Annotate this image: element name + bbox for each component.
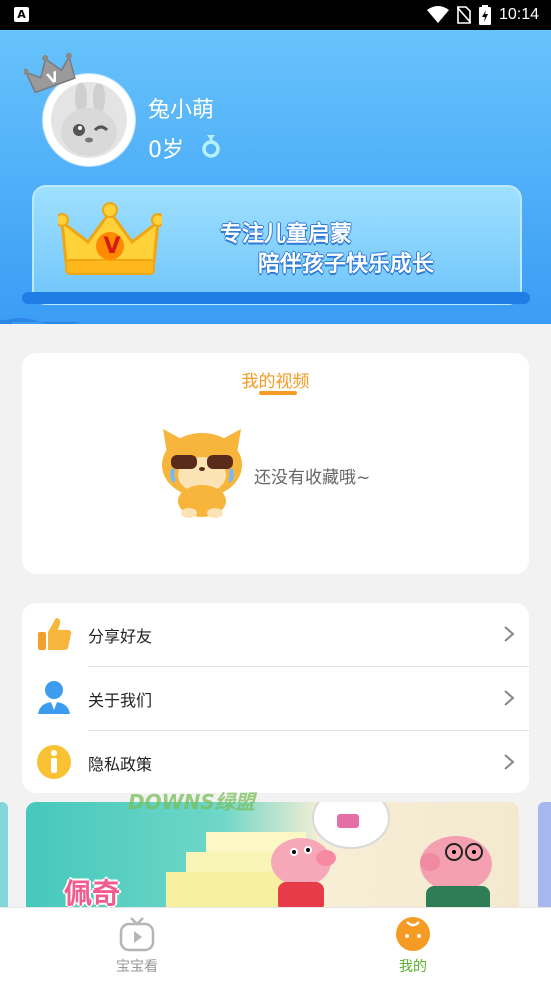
menu-label-privacy: 隐私政策 <box>88 755 153 774</box>
vip-card-shadow <box>22 292 530 304</box>
chevron-right-icon <box>504 626 515 642</box>
carousel-prev-peek[interactable] <box>0 802 8 912</box>
wifi-icon <box>426 6 449 23</box>
menu-label-about: 关于我们 <box>88 691 153 710</box>
male-icon <box>202 135 220 158</box>
sim-off-icon <box>456 6 471 24</box>
menu-item-about[interactable]: 关于我们 <box>22 667 529 730</box>
my-videos-title[interactable]: 我的视频 <box>22 367 529 392</box>
daddy-pig-icon <box>420 836 492 912</box>
tab-label-mine: 我的 <box>399 959 427 975</box>
tab-mine[interactable]: 我的 <box>353 908 473 981</box>
thumbs-up-icon <box>38 618 72 650</box>
tab-baobaokan[interactable]: 宝宝看 <box>77 908 197 981</box>
battery-charging-icon <box>478 5 491 25</box>
carousel-next-peek[interactable] <box>538 802 551 912</box>
vip-badge-letter: V <box>103 234 121 259</box>
vip-slogan-line2: 陪伴孩子快乐成长 <box>258 252 435 277</box>
notification-badge: A <box>14 7 29 22</box>
profile-header: V 兔小萌 0岁 V 专注儿童启蒙 陪伴孩子快乐成长 <box>0 30 551 324</box>
person-icon <box>38 681 70 714</box>
banner-title: 佩奇 <box>64 877 121 910</box>
vip-slogan-line1: 专注儿童启蒙 <box>220 222 353 247</box>
status-bar: A 10:14 <box>0 0 551 30</box>
wave-decoration <box>0 318 80 324</box>
menu-label-share: 分享好友 <box>88 627 153 646</box>
crown-icon: V <box>24 52 76 94</box>
age: 0岁 <box>148 138 184 163</box>
face-icon <box>396 917 430 951</box>
menu-item-share[interactable]: 分享好友 <box>22 603 529 666</box>
watermark: DOWNS绿盟 <box>128 790 255 814</box>
title-underline <box>259 391 297 395</box>
tv-icon <box>119 917 155 952</box>
empty-favorites-text: 还没有收藏哦~ <box>254 468 371 488</box>
info-icon <box>37 745 71 779</box>
my-videos-card: 我的视频 还没有收藏哦~ <box>22 353 529 574</box>
crying-mascot-icon <box>162 429 242 518</box>
settings-menu: 分享好友 关于我们 隐私政策 <box>22 603 529 793</box>
chevron-right-icon <box>504 754 515 770</box>
bottom-nav: 宝宝看 我的 <box>0 907 551 981</box>
menu-item-privacy[interactable]: 隐私政策 <box>22 731 529 793</box>
username: 兔小萌 <box>148 98 215 123</box>
tab-label-baobaokan: 宝宝看 <box>116 959 158 975</box>
chevron-right-icon <box>504 690 515 706</box>
thought-bubble-icon <box>312 802 390 849</box>
clock: 10:14 <box>498 6 539 23</box>
promo-banner[interactable]: 佩奇 <box>26 802 519 912</box>
